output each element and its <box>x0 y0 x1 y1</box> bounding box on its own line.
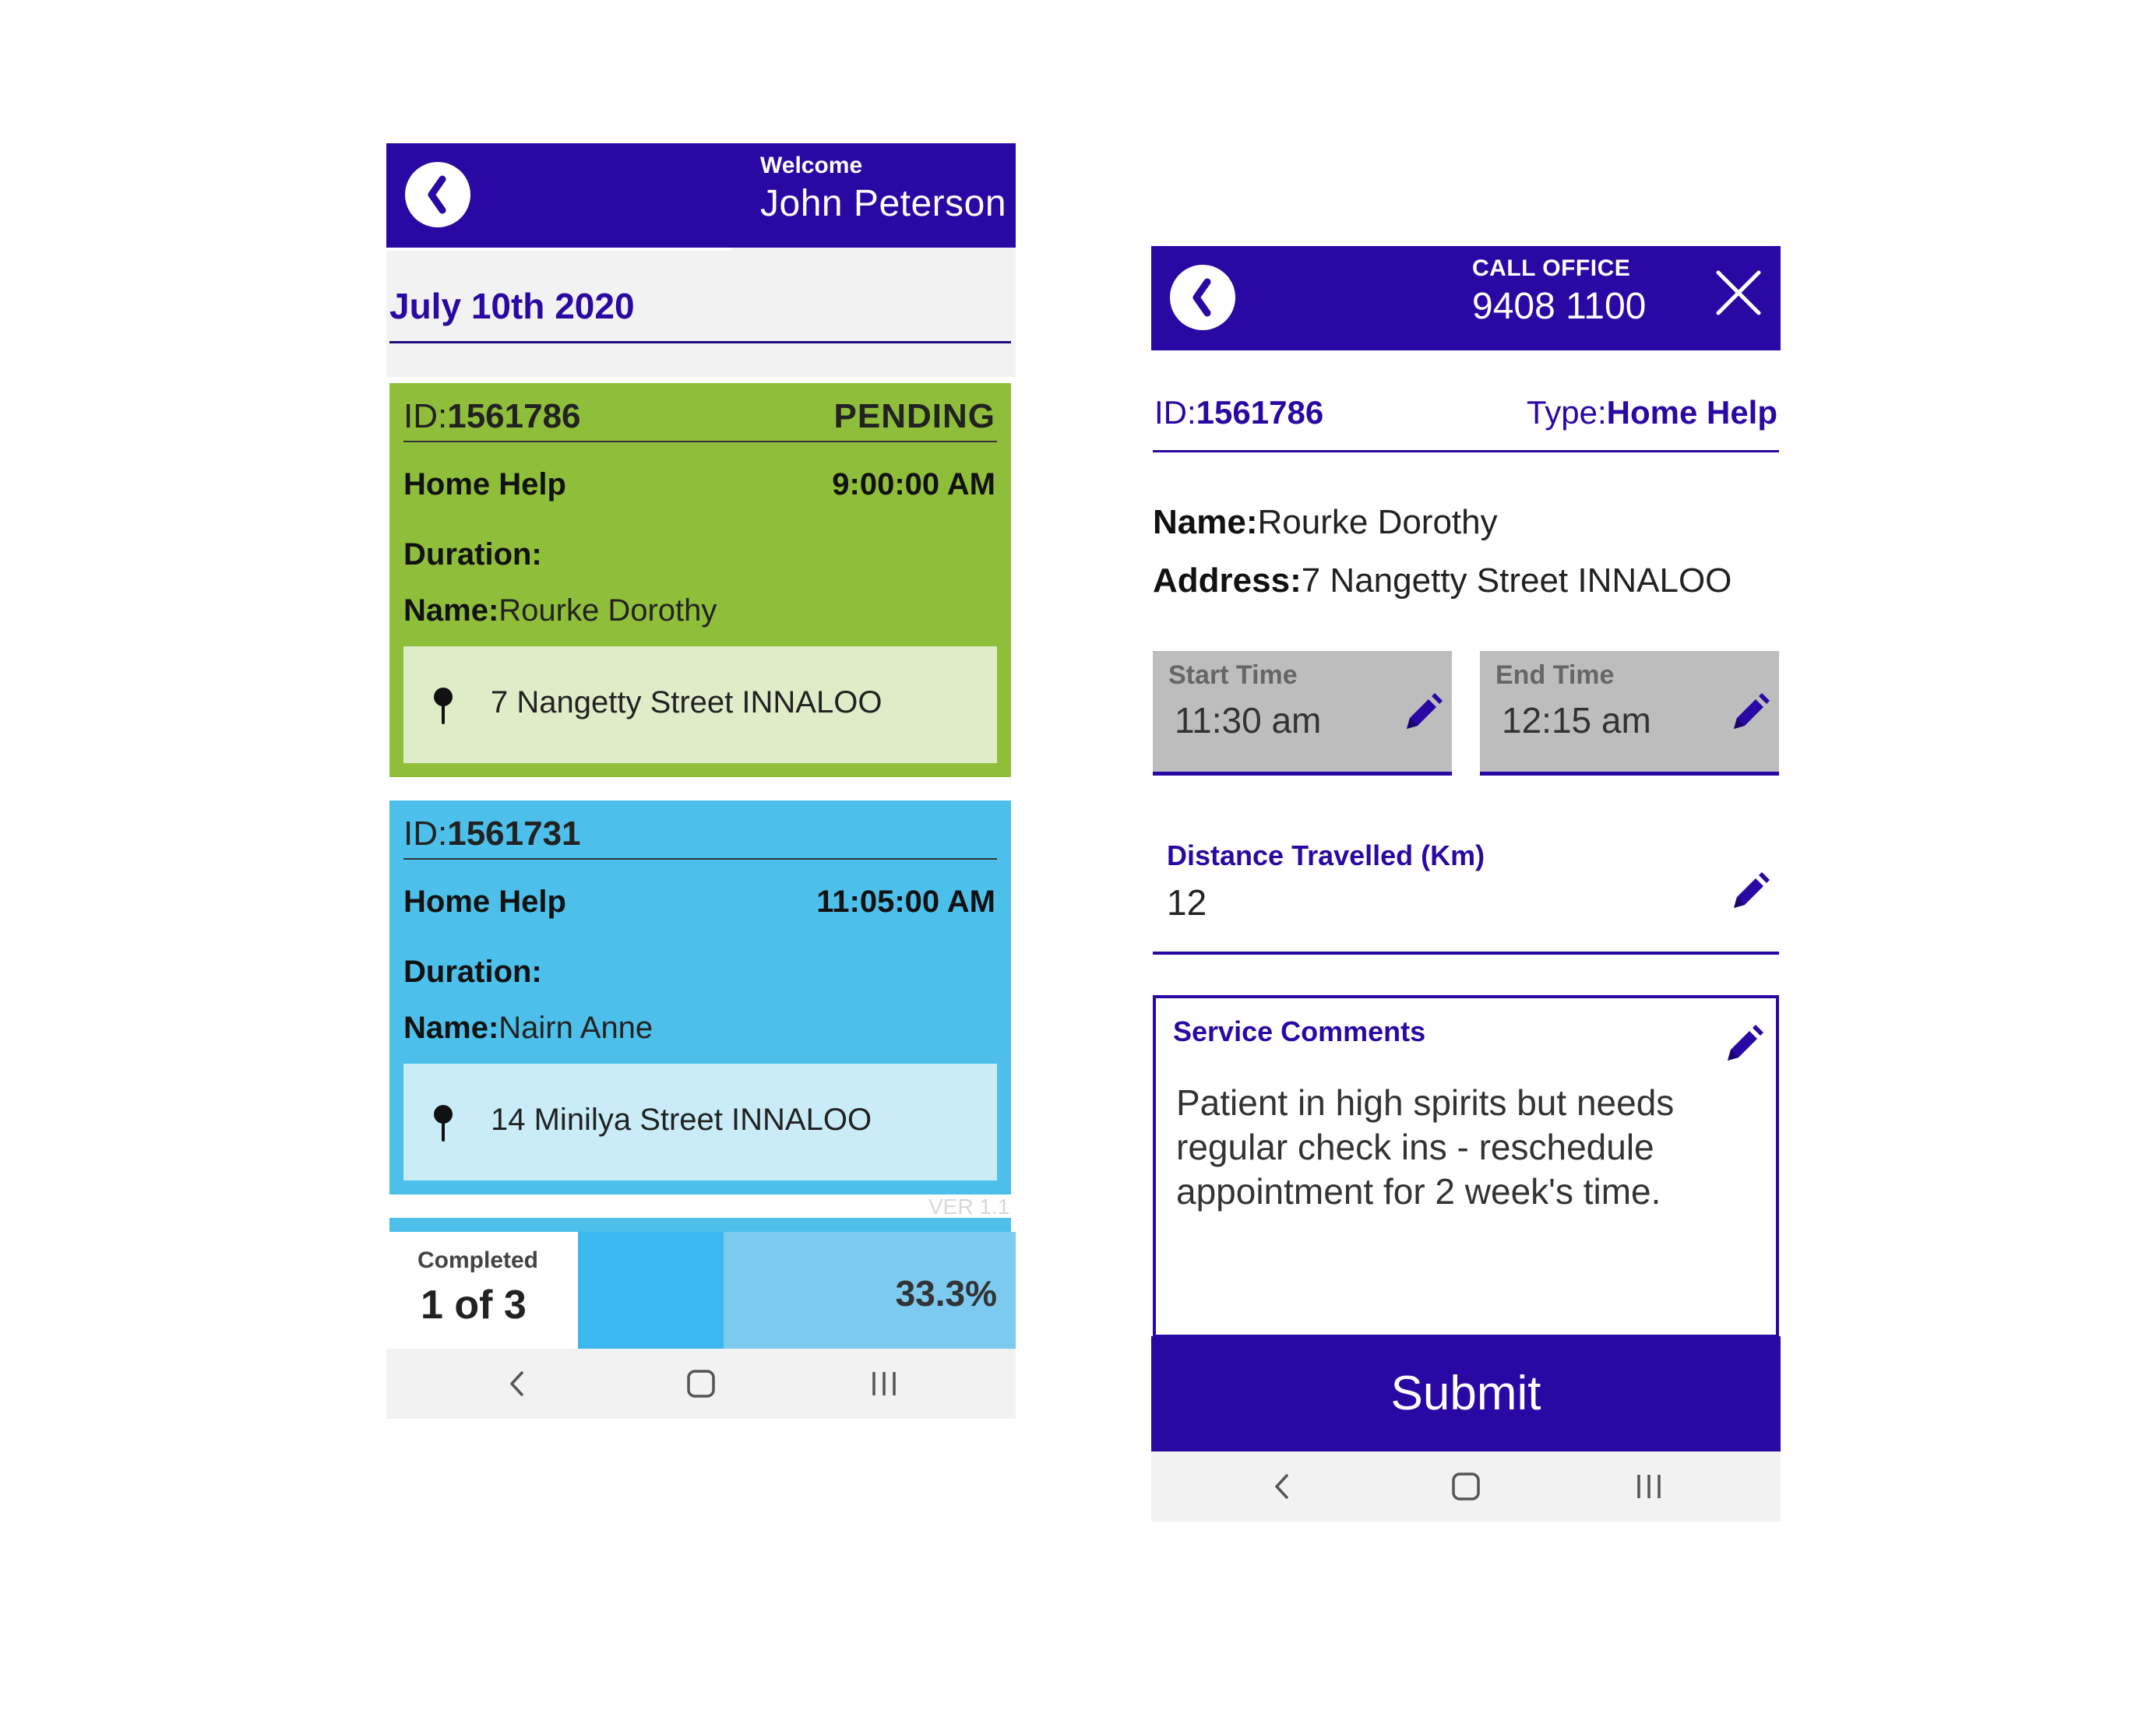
user-name: John Peterson <box>760 183 1007 224</box>
service-comments-label: Service Comments <box>1173 1015 1426 1047</box>
progress-footer: Completed 1 of 3 33.3% <box>386 1232 1016 1349</box>
nav-back-icon[interactable] <box>500 1366 536 1402</box>
distance-underline <box>1153 952 1779 955</box>
address-text: 7 Nangetty Street INNALOO <box>491 685 882 720</box>
version-label: VER 1.1 <box>928 1195 1010 1219</box>
job-detail-screen: CALL OFFICE 9408 1100 ID:1561786 Type:Ho… <box>1151 246 1781 1532</box>
end-time-label: End Time <box>1495 660 1615 690</box>
date-divider <box>389 341 1011 343</box>
app-header: Welcome John Peterson <box>386 143 1016 248</box>
duration-label: Duration: <box>403 955 542 989</box>
office-phone-number[interactable]: 9408 1100 <box>1472 285 1646 328</box>
client-name: Name:Nairn Anne <box>403 1011 653 1045</box>
date-bar: July 10th 2020 <box>386 248 1016 377</box>
android-nav-bar <box>386 1349 1016 1419</box>
job-time: 11:05:00 AM <box>816 885 995 919</box>
nav-recents-icon[interactable] <box>866 1366 902 1402</box>
progress-bar: 33.3% <box>578 1232 1016 1349</box>
app-header: CALL OFFICE 9408 1100 <box>1151 246 1781 350</box>
map-pin-icon <box>434 688 453 724</box>
close-icon[interactable] <box>1714 268 1763 318</box>
job-time: 9:00:00 AM <box>832 467 995 501</box>
job-list-screen: Welcome John Peterson July 10th 2020 ID:… <box>386 143 1016 1428</box>
duration-label: Duration: <box>403 537 542 572</box>
edit-pencil-icon[interactable] <box>1728 690 1773 735</box>
submit-button[interactable]: Submit <box>1151 1336 1781 1451</box>
address-box[interactable]: 7 Nangetty Street INNALOO <box>403 646 997 763</box>
address-text: 14 Minilya Street INNALOO <box>491 1103 872 1137</box>
edit-pencil-icon[interactable] <box>1728 869 1773 914</box>
distance-label: Distance Travelled (Km) <box>1167 839 1485 871</box>
welcome-label: Welcome <box>760 153 863 178</box>
edit-pencil-icon[interactable] <box>1721 1022 1767 1067</box>
job-id: ID:1561786 <box>1154 394 1324 431</box>
completed-count: 1 of 3 <box>421 1282 527 1328</box>
nav-home-icon[interactable] <box>1448 1469 1484 1504</box>
nav-recents-icon[interactable] <box>1631 1469 1667 1504</box>
job-type: Home Help <box>403 467 566 501</box>
distance-input[interactable]: 12 <box>1167 881 1207 924</box>
start-time-field[interactable]: Start Time 11:30 am <box>1153 651 1452 776</box>
job-id: ID:1561731 <box>403 815 581 853</box>
end-time-field[interactable]: End Time 12:15 am <box>1480 651 1779 776</box>
progress-percent: 33.3% <box>895 1273 997 1314</box>
map-pin-icon <box>434 1105 453 1142</box>
edit-pencil-icon[interactable] <box>1400 690 1446 735</box>
client-name: Name:Rourke Dorothy <box>1153 503 1498 541</box>
back-chevron-icon <box>428 175 446 214</box>
address-box[interactable]: 14 Minilya Street INNALOO <box>403 1064 997 1180</box>
start-time-value: 11:30 am <box>1175 700 1322 741</box>
progress-bar-fill <box>578 1232 724 1349</box>
start-time-label: Start Time <box>1168 660 1298 690</box>
date-title: July 10th 2020 <box>389 286 635 326</box>
back-button[interactable] <box>405 162 470 227</box>
job-id: ID:1561786 <box>403 397 581 435</box>
nav-back-icon[interactable] <box>1265 1469 1301 1504</box>
end-time-value: 12:15 am <box>1502 700 1651 741</box>
android-nav-bar <box>1151 1451 1781 1522</box>
job-type: Type:Home Help <box>1526 394 1777 431</box>
service-comments-field[interactable]: Service Comments Patient in high spirits… <box>1153 995 1779 1338</box>
client-name: Name:Rourke Dorothy <box>403 593 717 628</box>
job-type: Home Help <box>403 885 566 919</box>
service-comments-text[interactable]: Patient in high spirits but needs regula… <box>1176 1081 1737 1214</box>
client-address: Address:7 Nangetty Street INNALOO <box>1153 561 1732 600</box>
job-card-1561786[interactable]: ID:1561786 PENDING Home Help 9:00:00 AM … <box>389 383 1011 777</box>
info-divider <box>1153 450 1779 452</box>
back-button[interactable] <box>1170 265 1235 330</box>
completed-label: Completed <box>417 1247 539 1273</box>
job-card-1561731[interactable]: ID:1561731 Home Help 11:05:00 AM Duratio… <box>389 800 1011 1195</box>
back-chevron-icon <box>1192 278 1211 317</box>
nav-home-icon[interactable] <box>683 1366 719 1402</box>
status-badge: PENDING <box>833 397 995 435</box>
call-office-label: CALL OFFICE <box>1472 255 1631 281</box>
